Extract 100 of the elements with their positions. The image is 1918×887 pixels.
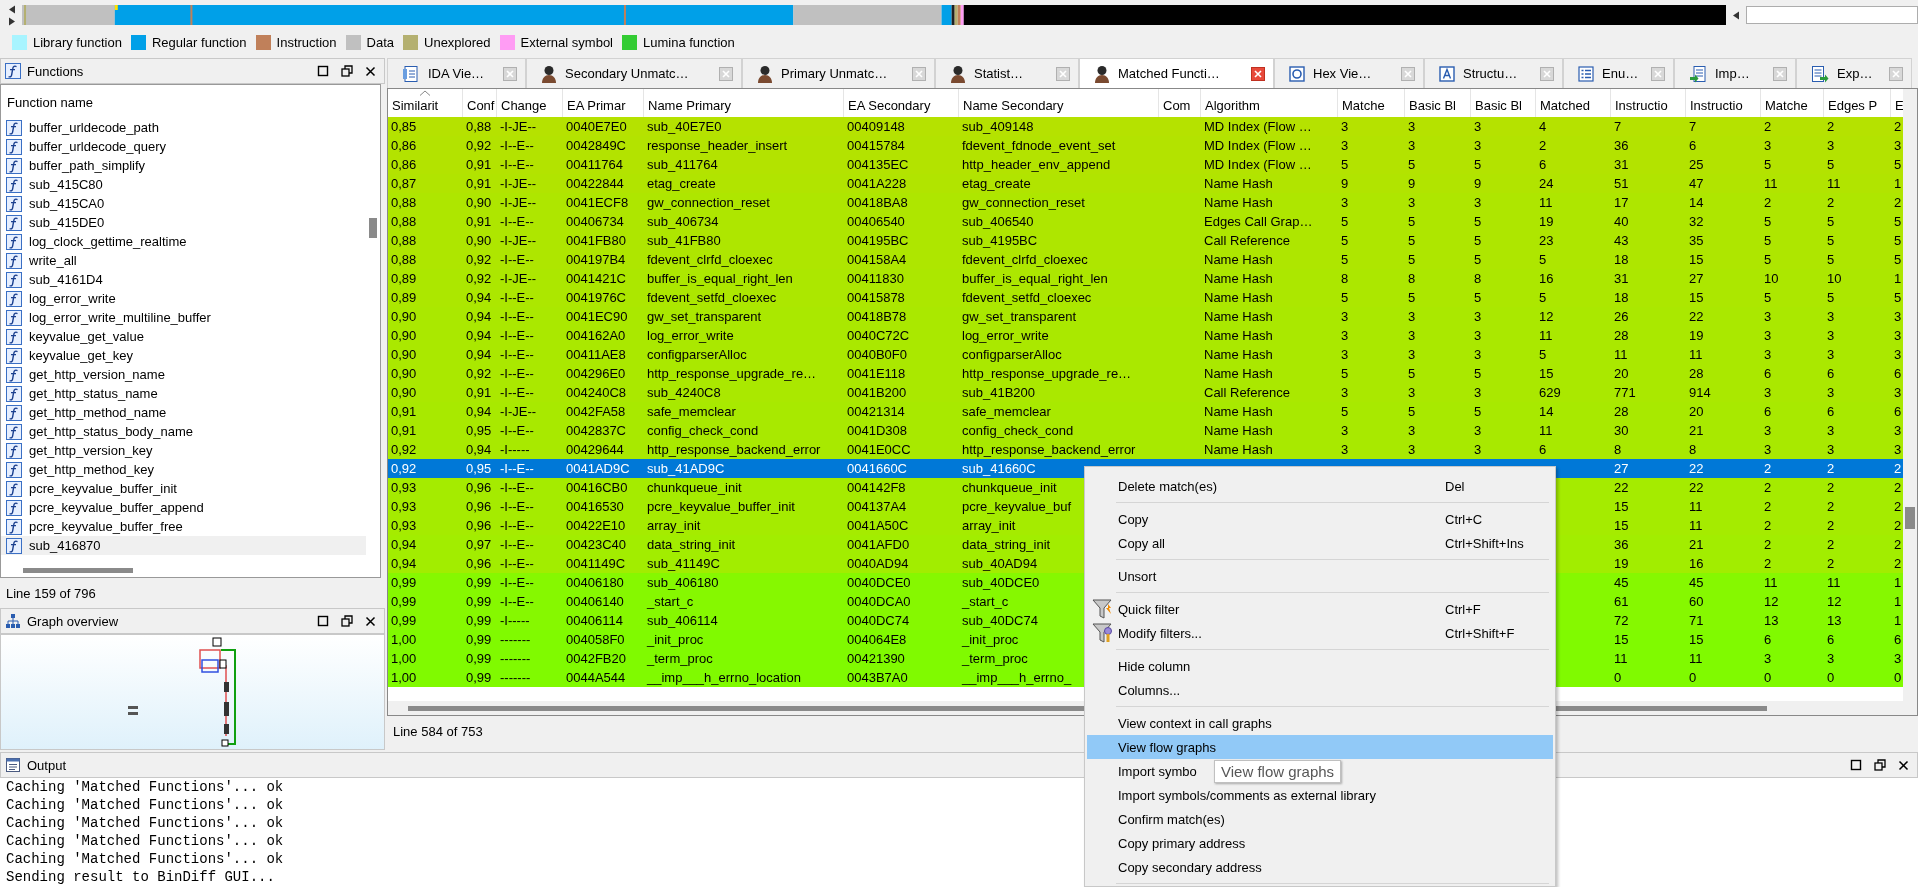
table-cell-text: 00421390 — [847, 650, 905, 668]
output-line: Caching 'Matched Functions'... ok — [6, 814, 284, 832]
table-cell-text: 22 — [1689, 460, 1704, 478]
table-cell-text: MD Index (Flow … — [1204, 137, 1312, 155]
table-cell-text: 11 — [1689, 650, 1703, 668]
table-cell-text: 6 — [1894, 631, 1902, 649]
table-cell-text: 00423C40 — [566, 536, 626, 554]
table-cell-text: sub_406180 — [647, 574, 719, 592]
table-cell-text: 0041E118 — [847, 365, 906, 383]
table-cell-text: 0043B7A0 — [847, 669, 908, 687]
table-cell-text: 0,91 — [466, 384, 492, 402]
table-cell-text: 0 — [1827, 669, 1835, 687]
table-cell-text: -I--E-- — [500, 213, 534, 231]
table-cell-text: 0040C72C — [847, 327, 910, 345]
table-cell-text: 61 — [1614, 593, 1629, 611]
table-cell-text: 3 — [1341, 308, 1349, 326]
table-cell-text: etag_create — [647, 175, 716, 193]
table-cell-text: 2 — [1894, 118, 1902, 136]
table-cell-text: 18 — [1614, 251, 1629, 269]
table-cell-text: 3 — [1474, 118, 1482, 136]
table-cell-text: data_string_init — [962, 536, 1051, 554]
legend-label: Lumina function — [643, 34, 735, 50]
table-cell-text: 0,93 — [391, 498, 417, 516]
table-cell-text: 0 — [1894, 669, 1902, 687]
table-cell-text: -I--E-- — [500, 156, 534, 174]
table-cell-text: sub_40DCE0 — [962, 574, 1040, 592]
legend-label: Instruction — [276, 34, 337, 50]
table-cell-text: 3 — [1827, 346, 1835, 364]
table-cell-text: http_response_upgrade_re… — [647, 365, 817, 383]
table-cell-text: 0,94 — [466, 403, 492, 421]
table-cell-text: 004058F0 — [566, 631, 625, 649]
table-cell-text: 2 — [1827, 194, 1835, 212]
table-cell-text: 6 — [1894, 403, 1902, 421]
table-cell-text: config_check_cond — [647, 422, 759, 440]
table-cell-text: array_init — [962, 517, 1016, 535]
table-cell-text: 5 — [1408, 403, 1416, 421]
table-cell-text: 12 — [1539, 308, 1554, 326]
table-cell-text: 3 — [1474, 137, 1482, 155]
table-cell-text: 1,00 — [391, 669, 417, 687]
table-cell-text: -I--E-- — [500, 251, 534, 269]
table-cell-text: 14 — [1689, 194, 1704, 212]
table-cell-text: 0,96 — [466, 555, 492, 573]
table-cell-text: 5 — [1894, 289, 1902, 307]
table-cell-text: chunkqueue_init — [962, 479, 1057, 497]
table-cell-text: 5 — [1474, 213, 1482, 231]
table-cell-text: 0042837C — [566, 422, 626, 440]
table-cell-text: 004158A4 — [847, 251, 907, 269]
table-cell-text: 0040B0F0 — [847, 346, 907, 364]
table-cell-text: 35 — [1689, 232, 1704, 250]
table-cell-text: 5 — [1764, 156, 1772, 174]
table-cell-text: buffer_is_equal_right_len — [962, 270, 1108, 288]
table-cell-text: sub_411764 — [647, 156, 718, 174]
table-cell-text: 3 — [1827, 650, 1835, 668]
table-cell-text: 00406114 — [566, 612, 623, 630]
table-cell-text: Name Hash — [1204, 403, 1273, 421]
table-cell-text: 5 — [1341, 213, 1349, 231]
table-cell-text: Name Hash — [1204, 175, 1273, 193]
table-cell-text: 22 — [1689, 308, 1704, 326]
table-cell-text: 0 — [1764, 669, 1772, 687]
table-cell-text: 0,91 — [391, 422, 417, 440]
table-cell-text: -I----- — [500, 441, 530, 459]
table-cell-text: 0,99 — [466, 669, 492, 687]
table-cell-text: buffer_is_equal_right_len — [647, 270, 793, 288]
table-cell-text: 0040AD94 — [847, 555, 909, 573]
table-cell-text: Call Reference — [1204, 232, 1290, 250]
table-cell-text: 3 — [1827, 327, 1835, 345]
tooltip: View flow graphs — [1214, 760, 1342, 783]
table-cell-text: 10 — [1764, 270, 1779, 288]
table-cell-text: 3 — [1894, 650, 1902, 668]
table-cell-text: 0,93 — [391, 479, 417, 497]
table-cell-text: 004240C8 — [566, 384, 626, 402]
table-cell-text: 00418B78 — [847, 308, 907, 326]
table-cell-text: 5 — [1474, 156, 1482, 174]
table-cell-text: 16 — [1539, 270, 1554, 288]
table-cell-text: 6 — [1764, 403, 1772, 421]
table-cell-text: 45 — [1689, 574, 1704, 592]
table-cell-text: 2 — [1764, 555, 1772, 573]
output-line: Caching 'Matched Functions'... ok — [6, 832, 284, 850]
output-line: Sending result to BinDiff GUI... — [6, 868, 275, 886]
table-cell-text: 0,89 — [391, 289, 417, 307]
table-cell-text: 0041A228 — [847, 175, 907, 193]
table-cell-text: 3 — [1894, 441, 1902, 459]
table-cell-text: Name Hash — [1204, 308, 1273, 326]
table-cell-text: 00416CB0 — [566, 479, 628, 497]
table-cell-text: 15 — [1614, 631, 1629, 649]
table-cell-text: 2 — [1827, 536, 1835, 554]
table-cell-text: 914 — [1689, 384, 1711, 402]
table-cell-text: 10 — [1827, 270, 1842, 288]
table-cell-text: sub_40DC74 — [962, 612, 1038, 630]
table-cell-text: 0,99 — [466, 650, 492, 668]
table-cell-text: 11 — [1689, 517, 1703, 535]
table-cell-text: 2 — [1764, 479, 1772, 497]
table-cell-text: 0041660C — [847, 460, 907, 478]
table-cell-text: sub_406540 — [962, 213, 1034, 231]
table-cell-text: 0,90 — [391, 384, 417, 402]
table-cell-text: 0,91 — [466, 213, 492, 231]
table-cell-text: 3 — [1764, 346, 1772, 364]
table-cell-text: 0041B200 — [847, 384, 907, 402]
table-cell-text: -I--E-- — [500, 555, 534, 573]
table-cell-text: gw_connection_reset — [647, 194, 770, 212]
